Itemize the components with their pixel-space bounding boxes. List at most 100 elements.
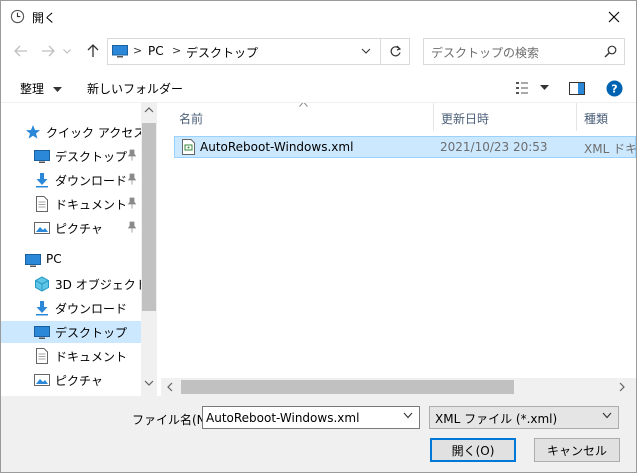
- download-icon: [36, 301, 48, 316]
- preview-pane-icon: [569, 81, 585, 95]
- title-bar: 開く: [1, 1, 636, 32]
- chevron-down-icon: [63, 48, 71, 54]
- view-options-button[interactable]: [513, 78, 551, 98]
- pc-icon: [25, 254, 41, 267]
- column-header-name[interactable]: 名前: [161, 103, 433, 131]
- navigation-pane-scrollbar[interactable]: [141, 103, 157, 396]
- search-placeholder: デスクトップの検索: [431, 46, 540, 60]
- forward-button[interactable]: [38, 41, 58, 61]
- recent-locations-button[interactable]: [61, 41, 73, 61]
- file-list: 名前 更新日時 種類 AutoReboot-Windows.xml 2021/1…: [161, 103, 636, 396]
- tree-item-desktop[interactable]: デスクトップ: [1, 145, 141, 167]
- filetype-select[interactable]: XML ファイル (*.xml): [429, 406, 619, 429]
- refresh-icon: [390, 45, 402, 57]
- svg-text:?: ?: [611, 82, 617, 95]
- tree-item-label: ピクチャ: [55, 222, 103, 236]
- navigation-pane: クイック アクセス デスクトップ ダウンロード ドキュメント ピクチャ PC 3…: [1, 103, 157, 396]
- tree-item-pc-pictures[interactable]: ピクチャ: [1, 369, 141, 391]
- tree-item-label: ダウンロード: [55, 302, 128, 316]
- forward-arrow-icon: [42, 45, 55, 57]
- breadcrumb-desktop[interactable]: デスクトップ: [186, 44, 258, 61]
- tree-item-label: デスクトップ: [55, 326, 128, 340]
- up-button[interactable]: [83, 41, 103, 61]
- breadcrumb-separator: >: [133, 44, 143, 57]
- sort-ascending-icon: [299, 103, 308, 107]
- tree-item-label: ドキュメント: [55, 350, 128, 364]
- pc-icon: [112, 45, 128, 58]
- window-title: 開く: [32, 11, 57, 25]
- cancel-button[interactable]: キャンセル: [534, 438, 620, 462]
- pin-icon[interactable]: [127, 197, 137, 209]
- open-file-dialog: 開く > PC > デスクトップ デスクトップの検索 整理 新しいフォルダー ?…: [0, 0, 637, 473]
- organize-button[interactable]: 整理: [20, 80, 62, 97]
- search-icon[interactable]: [604, 45, 617, 58]
- chevron-down-icon: [52, 86, 62, 92]
- tree-item-label: PC: [46, 252, 62, 266]
- tree-item-quick-access[interactable]: クイック アクセス: [1, 121, 145, 143]
- picture-icon: [34, 222, 50, 234]
- chevron-down-icon[interactable]: [403, 412, 413, 419]
- tree-item-documents[interactable]: ドキュメント: [1, 193, 141, 215]
- filename-input[interactable]: [206, 409, 396, 426]
- tree-item-pc-desktop[interactable]: デスクトップ: [1, 321, 141, 343]
- column-header-label: 名前: [179, 112, 204, 126]
- scroll-left-icon[interactable]: [167, 382, 173, 392]
- tree-item-label: デスクトップ: [55, 150, 128, 164]
- tree-item-label: クイック アクセス: [46, 126, 146, 140]
- pin-icon[interactable]: [127, 221, 137, 233]
- tree-item-pictures[interactable]: ピクチャ: [1, 217, 141, 239]
- file-name: AutoReboot-Windows.xml: [200, 140, 354, 154]
- new-folder-button[interactable]: 新しいフォルダー: [87, 80, 183, 97]
- preview-pane-button[interactable]: [567, 78, 587, 98]
- refresh-button[interactable]: [380, 39, 410, 64]
- document-icon: [36, 348, 48, 364]
- chevron-down-icon: [602, 412, 612, 419]
- back-button[interactable]: [11, 41, 31, 61]
- column-header-label: 種類: [584, 112, 609, 126]
- column-header-date[interactable]: 更新日時: [434, 103, 577, 131]
- xml-file-icon: [182, 139, 195, 155]
- address-bar[interactable]: > PC > デスクトップ: [107, 38, 410, 65]
- chevron-down-icon: [539, 85, 549, 90]
- tree-item-3d-objects[interactable]: 3D オブジェクト: [1, 273, 148, 295]
- scroll-down-icon[interactable]: [144, 380, 154, 386]
- pin-icon[interactable]: [127, 173, 137, 185]
- file-type: XML ドキュ: [584, 142, 636, 156]
- search-box[interactable]: デスクトップの検索: [423, 38, 625, 65]
- picture-icon: [34, 374, 50, 386]
- help-button[interactable]: ?: [604, 78, 624, 98]
- scroll-right-icon[interactable]: [619, 382, 625, 392]
- command-bar: 整理 新しいフォルダー ?: [1, 73, 636, 103]
- tree-item-pc-downloads[interactable]: ダウンロード: [1, 297, 141, 319]
- tree-item-label: ドキュメント: [55, 198, 128, 212]
- column-header-type[interactable]: 種類: [577, 103, 636, 131]
- breadcrumb-pc[interactable]: PC: [148, 44, 164, 58]
- open-button[interactable]: 開く(O): [430, 438, 516, 462]
- filename-combobox[interactable]: [202, 406, 420, 429]
- scrollbar-thumb[interactable]: [142, 123, 156, 311]
- column-header-label: 更新日時: [441, 112, 490, 126]
- filetype-value: XML ファイル (*.xml): [435, 412, 558, 426]
- pin-icon[interactable]: [127, 149, 137, 161]
- close-button[interactable]: [591, 1, 636, 32]
- navigation-bar: > PC > デスクトップ デスクトップの検索: [1, 32, 636, 70]
- tree-item-pc-documents[interactable]: ドキュメント: [1, 345, 141, 367]
- document-icon: [36, 196, 48, 212]
- tree-item-downloads[interactable]: ダウンロード: [1, 169, 141, 191]
- desktop-icon: [34, 150, 50, 163]
- tree-item-label: ピクチャ: [55, 374, 103, 388]
- up-arrow-icon: [87, 44, 99, 57]
- breadcrumb-separator: >: [172, 44, 182, 57]
- cube-3d-icon: [35, 276, 49, 292]
- address-dropdown-icon[interactable]: [361, 44, 371, 58]
- star-icon: [26, 125, 40, 139]
- file-list-scrollbar[interactable]: [161, 378, 636, 396]
- download-icon: [36, 173, 48, 188]
- tree-item-pc[interactable]: PC: [1, 249, 141, 271]
- tree-item-label: ダウンロード: [55, 174, 128, 188]
- file-date: 2021/10/23 20:53: [440, 140, 548, 154]
- scrollbar-thumb[interactable]: [181, 380, 514, 394]
- file-row[interactable]: AutoReboot-Windows.xml 2021/10/23 20:53 …: [174, 136, 636, 158]
- scroll-up-icon[interactable]: [144, 107, 154, 113]
- desktop-icon: [34, 326, 50, 339]
